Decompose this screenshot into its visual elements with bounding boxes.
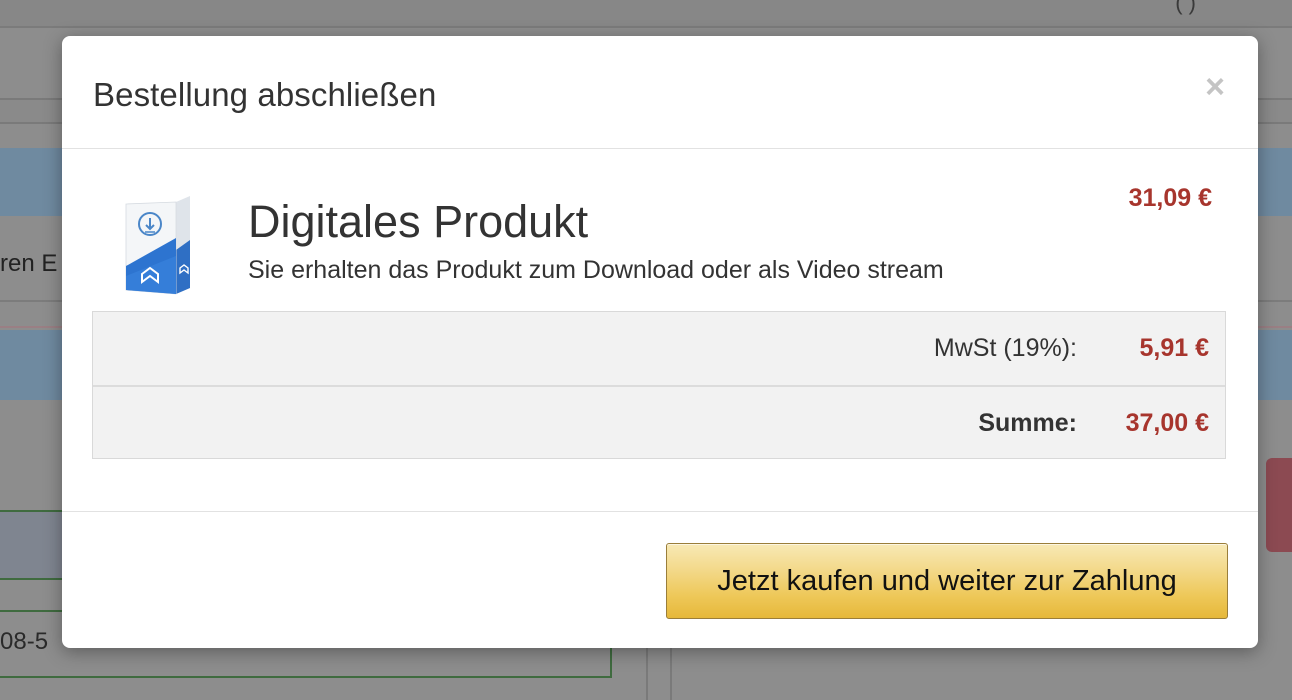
total-label: Summe:	[978, 409, 1077, 437]
modal-footer-divider	[62, 511, 1258, 512]
tax-value: 5,91 €	[1139, 334, 1209, 362]
background-top-text: ( )	[1175, 0, 1196, 15]
background-divider	[646, 640, 648, 700]
product-price: 31,09 €	[1128, 184, 1212, 212]
tax-label: MwSt (19%):	[933, 334, 1077, 362]
digital-product-box-icon	[124, 196, 196, 296]
product-title: Digitales Produkt	[248, 196, 589, 247]
product-description: Sie erhalten das Produkt zum Download od…	[248, 256, 944, 284]
background-email-text: 08-5	[0, 628, 49, 655]
background-input	[0, 510, 68, 580]
modal-header: Bestellung abschließen ×	[62, 36, 1258, 149]
tax-row: MwSt (19%): 5,91 €	[93, 312, 1225, 387]
order-modal: Bestellung abschließen × Digitales Produ…	[62, 36, 1258, 648]
buy-and-pay-button[interactable]: Jetzt kaufen und weiter zur Zahlung	[666, 543, 1228, 619]
background-top-bar: ( )	[0, 0, 1292, 28]
order-summary-table: MwSt (19%): 5,91 € Summe: 37,00 €	[92, 311, 1226, 459]
total-row: Summe: 37,00 €	[93, 387, 1225, 460]
close-button[interactable]: ×	[1200, 70, 1230, 104]
total-value: 37,00 €	[1125, 409, 1209, 437]
modal-title: Bestellung abschließen	[93, 76, 437, 113]
background-button	[1266, 458, 1292, 552]
background-divider	[670, 640, 672, 700]
